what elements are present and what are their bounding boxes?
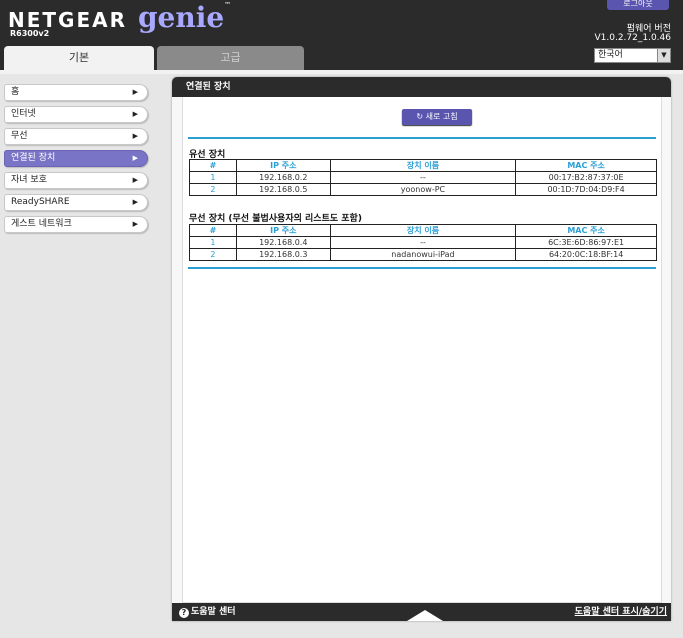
- chevron-down-icon[interactable]: ▼: [657, 49, 670, 62]
- sidebar-item-wireless[interactable]: 무선 ▶: [4, 128, 148, 145]
- table-row: 2 192.168.0.5 yoonow-PC 00:1D:7D:04:D9:F…: [189, 183, 657, 196]
- col-header-ip: IP 주소: [235, 224, 331, 237]
- language-value: 한국어: [598, 50, 623, 60]
- sidebar-item-guest-network[interactable]: 게스트 네트워크 ▶: [4, 216, 148, 233]
- sidebar-item-label: 무선: [11, 131, 28, 141]
- main-panel: 연결된 장치 ↻ 새로 고침 유선 장치 # IP 주소 장치 이름 MAC 주…: [172, 77, 671, 621]
- brand-product: genie: [137, 1, 225, 34]
- row-num: 2: [189, 248, 237, 261]
- wireless-section-title: 무선 장치 (무선 불법사용자의 리스트도 포함): [189, 214, 362, 224]
- row-num: 1: [189, 171, 237, 184]
- col-header-mac: MAC 주소: [515, 159, 657, 172]
- table-row: 1 192.168.0.2 -- 00:17:B2:87:37:0E: [189, 171, 657, 184]
- expand-help-icon[interactable]: [407, 610, 443, 621]
- row-ip: 192.168.0.4: [235, 236, 331, 249]
- sidebar-item-readyshare[interactable]: ReadySHARE ▶: [4, 194, 148, 211]
- logout-button[interactable]: 로그아웃: [607, 0, 669, 10]
- help-toggle-link[interactable]: 도움말 센터 표시/숨기기: [575, 603, 667, 621]
- row-mac: 00:1D:7D:04:D9:F4: [515, 183, 657, 196]
- wired-devices-table: # IP 주소 장치 이름 MAC 주소 1 192.168.0.2 -- 00…: [189, 159, 657, 196]
- sidebar-item-label: 홈: [11, 87, 20, 97]
- sidebar-item-label: 연결된 장치: [11, 153, 56, 163]
- sidebar: 홈 ▶ 인터넷 ▶ 무선 ▶ 연결된 장치 ▶ 자녀 보호 ▶ ReadySHARE ▶ 게…: [4, 84, 148, 238]
- arrow-right-icon: ▶: [132, 132, 138, 140]
- sidebar-item-attached-devices[interactable]: 연결된 장치 ▶: [4, 150, 148, 167]
- row-mac: 00:17:B2:87:37:0E: [515, 171, 657, 184]
- row-ip: 192.168.0.2: [235, 171, 331, 184]
- arrow-right-icon: ▶: [132, 154, 138, 162]
- tab-basic[interactable]: 기본: [4, 46, 154, 70]
- sidebar-item-home[interactable]: 홈 ▶: [4, 84, 148, 101]
- help-icon: ?: [179, 608, 189, 618]
- col-header-num: #: [189, 159, 237, 172]
- table-header-row: # IP 주소 장치 이름 MAC 주소: [189, 159, 657, 172]
- brand-tm: ™: [224, 1, 232, 9]
- page-title: 연결된 장치: [172, 77, 671, 97]
- arrow-right-icon: ▶: [132, 198, 138, 206]
- refresh-label: 새로 고침: [425, 112, 458, 121]
- row-ip: 192.168.0.5: [235, 183, 331, 196]
- row-name: --: [329, 171, 517, 184]
- arrow-right-icon: ▶: [132, 110, 138, 118]
- table-row: 2 192.168.0.3 nadanowui-iPad 64:20:0C:18…: [189, 248, 657, 261]
- row-num: 1: [189, 236, 237, 249]
- row-mac: 64:20:0C:18:BF:14: [515, 248, 657, 261]
- table-header-row: # IP 주소 장치 이름 MAC 주소: [189, 224, 657, 237]
- sidebar-item-label: 자녀 보호: [11, 175, 47, 185]
- arrow-right-icon: ▶: [132, 88, 138, 96]
- help-footer: ? 도움말 센터 도움말 센터 표시/숨기기: [172, 603, 671, 621]
- language-select[interactable]: 한국어 ▼: [594, 48, 671, 63]
- sidebar-item-parental-controls[interactable]: 자녀 보호 ▶: [4, 172, 148, 189]
- sidebar-item-label: 인터넷: [11, 109, 36, 119]
- row-name: nadanowui-iPad: [329, 248, 517, 261]
- row-num: 2: [189, 183, 237, 196]
- tab-strip: [0, 70, 683, 74]
- col-header-name: 장치 이름: [329, 224, 517, 237]
- wireless-devices-table: # IP 주소 장치 이름 MAC 주소 1 192.168.0.4 -- 6C…: [189, 224, 657, 261]
- col-header-name: 장치 이름: [329, 159, 517, 172]
- sidebar-item-internet[interactable]: 인터넷 ▶: [4, 106, 148, 123]
- tab-advanced[interactable]: 고급: [157, 46, 304, 70]
- arrow-right-icon: ▶: [132, 220, 138, 228]
- panel-body: ↻ 새로 고침 유선 장치 # IP 주소 장치 이름 MAC 주소 1 192…: [182, 97, 662, 603]
- help-center-link[interactable]: ? 도움말 센터: [179, 603, 236, 621]
- row-name: yoonow-PC: [329, 183, 517, 196]
- refresh-icon: ↻: [416, 112, 424, 121]
- sidebar-item-label: 게스트 네트워크: [11, 219, 72, 229]
- row-ip: 192.168.0.3: [235, 248, 331, 261]
- table-row: 1 192.168.0.4 -- 6C:3E:6D:86:97:E1: [189, 236, 657, 249]
- col-header-ip: IP 주소: [235, 159, 331, 172]
- col-header-mac: MAC 주소: [515, 224, 657, 237]
- col-header-num: #: [189, 224, 237, 237]
- help-center-label: 도움말 센터: [191, 607, 236, 617]
- router-model: R6300v2: [10, 29, 50, 38]
- row-mac: 6C:3E:6D:86:97:E1: [515, 236, 657, 249]
- divider: [188, 267, 656, 269]
- top-header: NETGEAR genie™ R6300v2 로그아웃 펌웨어 버전 V1.0.…: [0, 0, 683, 70]
- firmware-version: V1.0.2.72_1.0.46: [594, 33, 672, 43]
- refresh-button[interactable]: ↻ 새로 고침: [402, 109, 472, 125]
- sidebar-item-label: ReadySHARE: [11, 197, 70, 207]
- arrow-right-icon: ▶: [132, 176, 138, 184]
- divider: [188, 137, 656, 139]
- row-name: --: [329, 236, 517, 249]
